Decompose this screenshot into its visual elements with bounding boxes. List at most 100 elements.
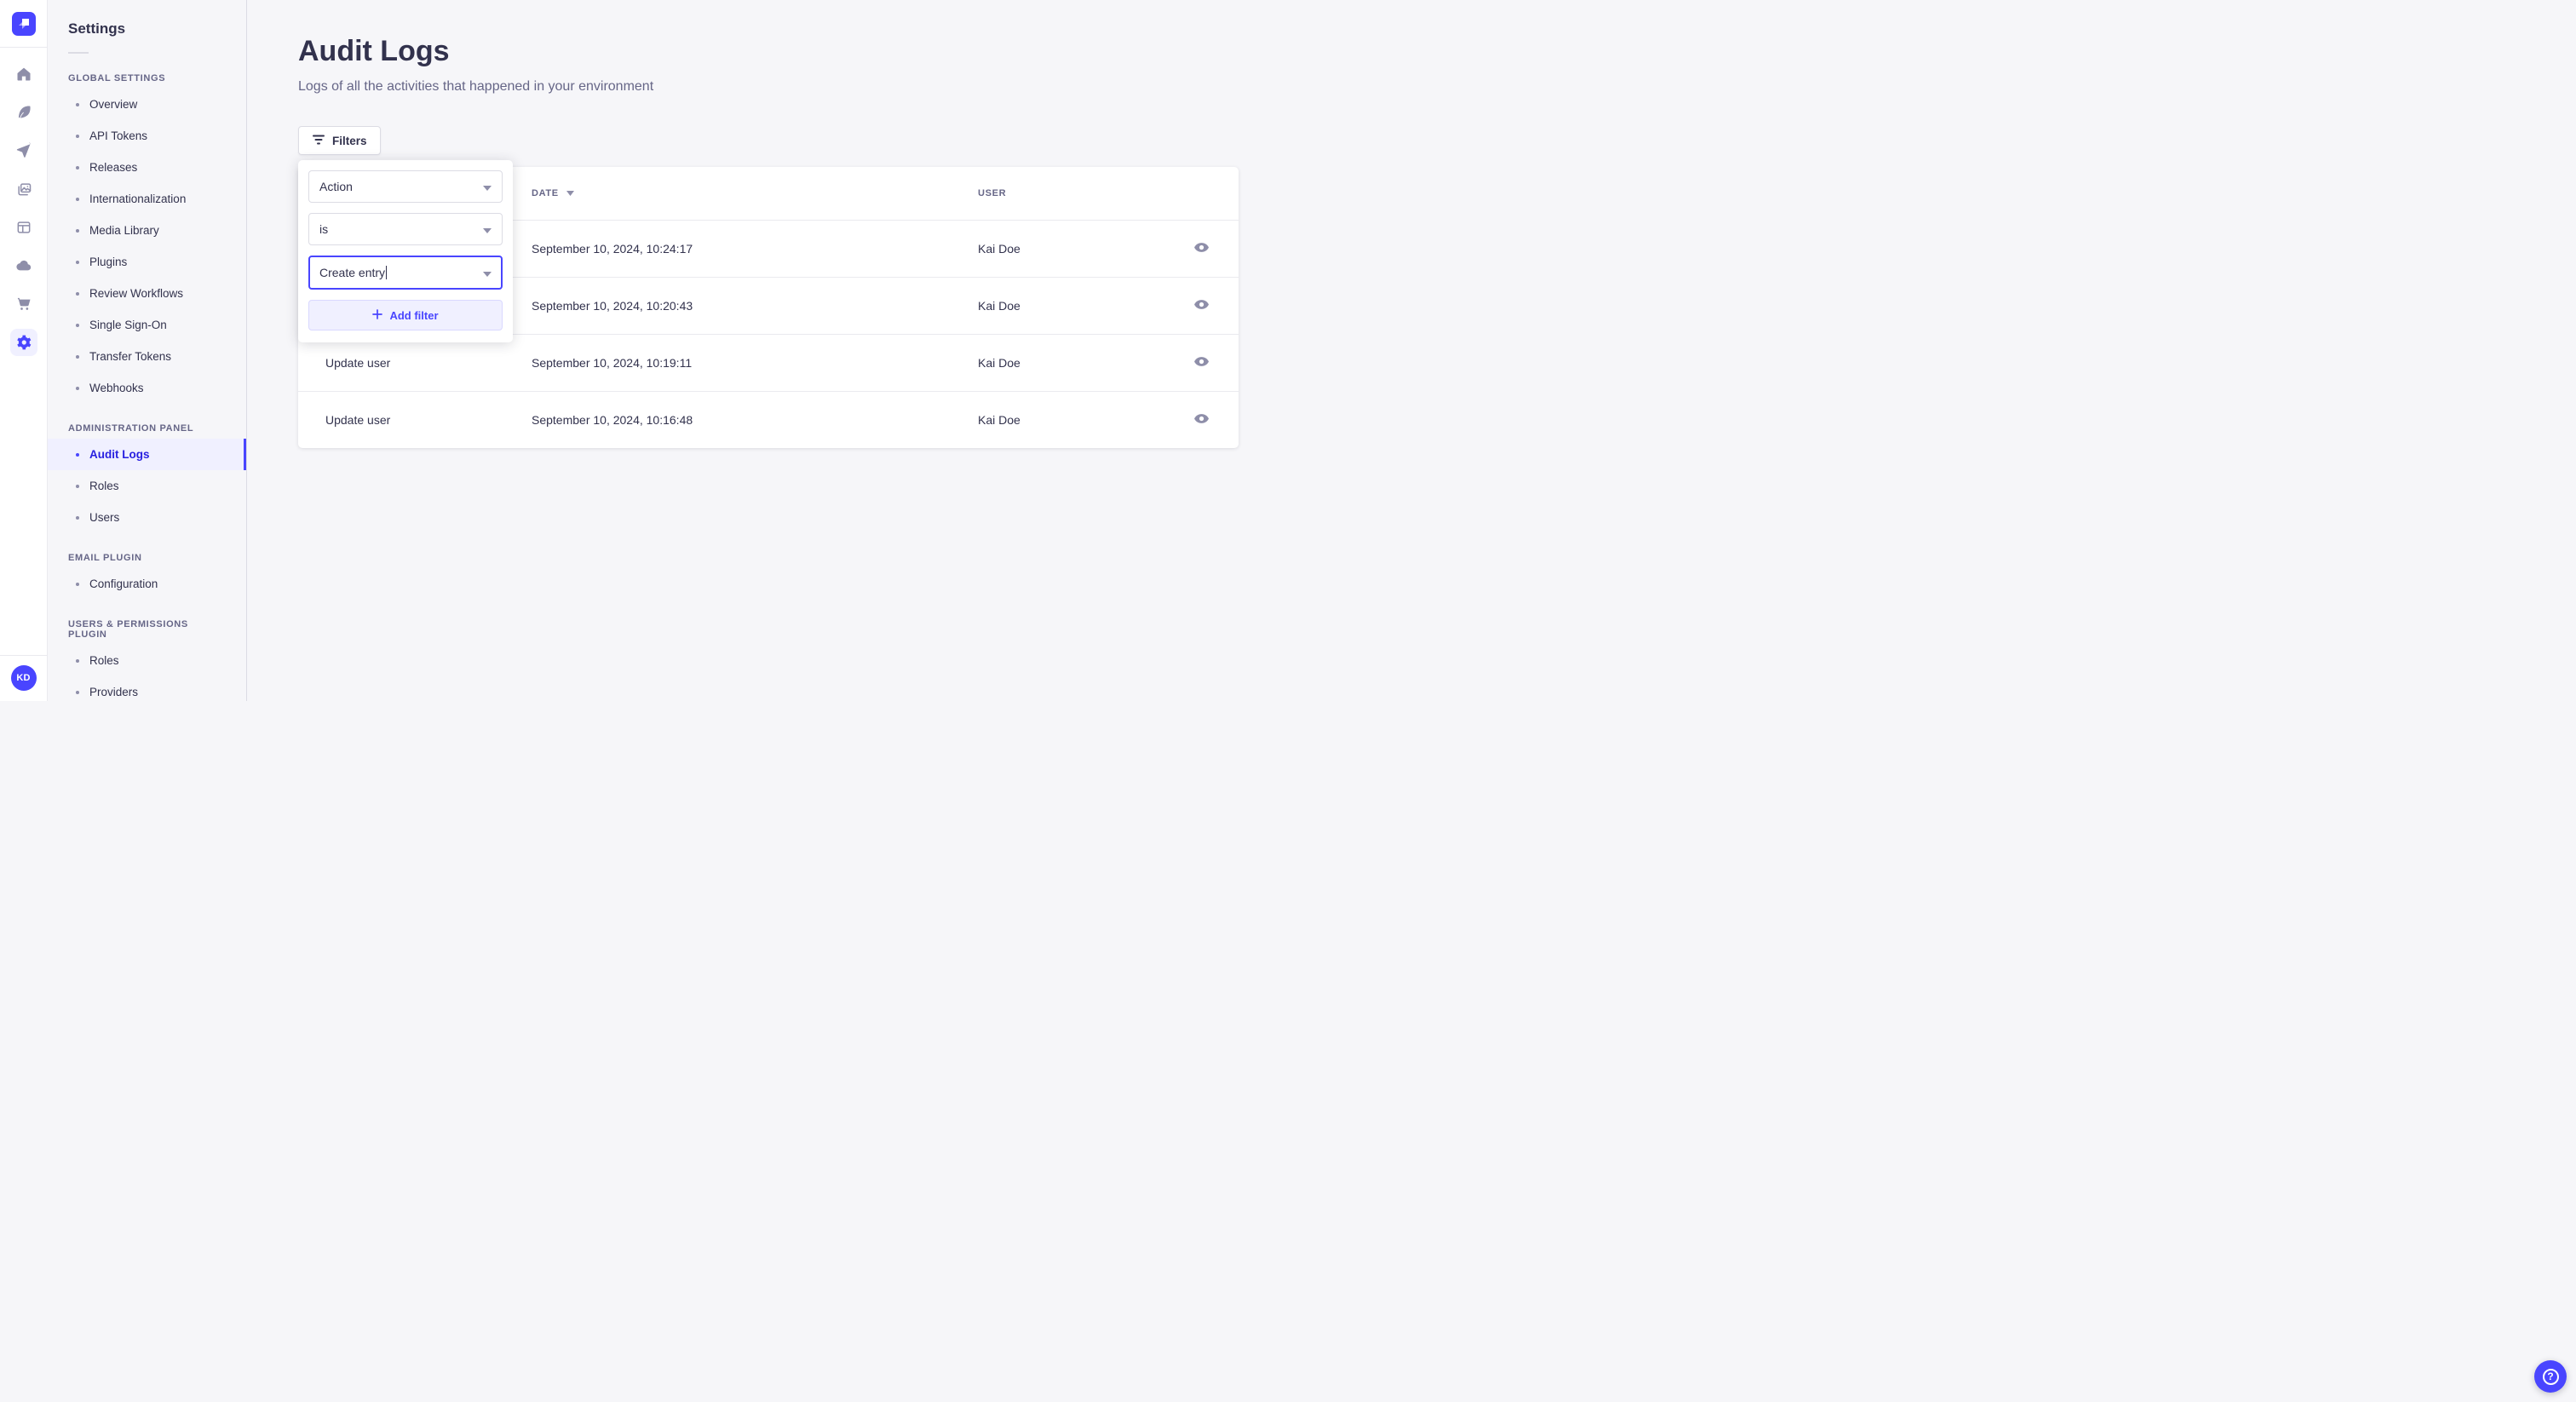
table-row[interactable]: Update user September 10, 2024, 10:19:11… (298, 334, 1239, 391)
filter-operator-value: is (319, 222, 329, 236)
sidebar-item-releases[interactable]: Releases (48, 152, 246, 183)
filter-value-label: Create entry (319, 266, 386, 279)
section-label: ADMINISTRATION PANEL (68, 423, 194, 434)
filter-value-text: Create entry (319, 266, 388, 279)
sidebar-item-audit-logs[interactable]: Audit Logs (48, 439, 246, 470)
sidebar-item-api-tokens[interactable]: API Tokens (48, 120, 246, 152)
nav-home[interactable] (10, 60, 37, 88)
page-subtitle: Logs of all the activities that happened… (298, 79, 654, 94)
eye-icon (1193, 411, 1210, 429)
sidebar-item-review-workflows[interactable]: Review Workflows (48, 278, 246, 309)
cell-date: September 10, 2024, 10:20:43 (532, 299, 693, 313)
bullet-icon (76, 197, 79, 201)
nav-cloud[interactable] (10, 252, 37, 279)
sidebar-item-single-sign-on[interactable]: Single Sign-On (48, 309, 246, 341)
bullet-icon (76, 354, 79, 359)
sidebar-section-administration-panel: ADMINISTRATION PANEL Audit Logs Roles Us… (48, 423, 246, 533)
cell-action: Update user (325, 413, 391, 427)
eye-icon (1193, 239, 1210, 258)
sort-descending-icon (566, 188, 574, 198)
sidebar-item-internationalization[interactable]: Internationalization (48, 183, 246, 215)
bullet-icon (76, 102, 79, 106)
nav-media-library[interactable] (10, 175, 37, 203)
bullet-icon (76, 582, 79, 586)
media-library-icon (15, 181, 32, 198)
sidebar-title: Settings (68, 20, 126, 37)
sidebar-item-label: Media Library (89, 224, 159, 237)
section-label: GLOBAL SETTINGS (68, 73, 166, 83)
chevron-down-icon (483, 266, 492, 279)
sidebar-item-label: Overview (89, 98, 138, 111)
user-avatar[interactable]: KD (10, 665, 37, 691)
sidebar-item-email-configuration[interactable]: Configuration (48, 568, 246, 600)
sidebar-item-label: Providers (89, 686, 139, 698)
column-header-user: USER (978, 188, 1164, 198)
cell-user: Kai Doe (978, 299, 1021, 313)
sidebar-item-label: Users (89, 511, 120, 524)
bullet-icon (76, 134, 79, 138)
add-filter-button[interactable]: Add filter (308, 300, 503, 330)
add-filter-label: Add filter (389, 308, 439, 322)
view-details-button[interactable] (1187, 235, 1215, 262)
page-title: Audit Logs (298, 35, 450, 67)
sidebar-item-label: Single Sign-On (89, 319, 167, 331)
strapi-logo[interactable] (11, 11, 36, 36)
sidebar-item-admin-users[interactable]: Users (48, 502, 246, 533)
cell-user: Kai Doe (978, 413, 1021, 427)
eye-icon (1193, 296, 1210, 315)
sidebar-item-overview[interactable]: Overview (48, 89, 246, 120)
bullet-icon (76, 323, 79, 327)
sidebar-section-users-permissions-plugin: USERS & PERMISSIONS PLUGIN Roles Provide… (48, 619, 246, 701)
app-window: KD Settings GLOBAL SETTINGS Overview API… (0, 0, 1288, 701)
filters-button[interactable]: Filters (298, 126, 381, 155)
filter-icon (312, 135, 325, 147)
rail-nav-items (9, 60, 37, 356)
filter-operator-select[interactable]: is (308, 213, 503, 245)
sidebar-item-label: Transfer Tokens (89, 350, 172, 363)
nav-releases[interactable] (10, 137, 37, 164)
nav-settings[interactable] (9, 329, 37, 356)
sidebar-item-label: Configuration (89, 577, 158, 590)
filter-field-select[interactable]: Action (308, 170, 503, 203)
nav-content-manager[interactable] (10, 99, 37, 126)
sidebar-item-up-providers[interactable]: Providers (48, 676, 246, 701)
text-caret (386, 266, 388, 279)
column-header-date-label: DATE (532, 188, 559, 198)
sidebar-item-plugins[interactable]: Plugins (48, 246, 246, 278)
sidebar-item-label: Roles (89, 480, 119, 492)
home-icon (15, 66, 32, 83)
feather-icon (15, 104, 32, 121)
workspace-header (0, 0, 47, 48)
table-row[interactable]: Update user September 10, 2024, 10:16:48… (298, 391, 1239, 448)
sidebar-item-media-library[interactable]: Media Library (48, 215, 246, 246)
sidebar-item-webhooks[interactable]: Webhooks (48, 372, 246, 404)
column-header-date[interactable]: DATE (532, 188, 978, 198)
view-details-button[interactable] (1187, 292, 1215, 319)
view-details-button[interactable] (1187, 349, 1215, 376)
bullet-icon (76, 452, 79, 457)
nav-marketplace[interactable] (10, 290, 37, 318)
settings-sidebar: Settings GLOBAL SETTINGS Overview API To… (48, 0, 247, 701)
eye-icon (1193, 353, 1210, 372)
sidebar-item-label: Audit Logs (89, 448, 150, 461)
bullet-icon (76, 165, 79, 170)
strapi-logo-icon (18, 18, 29, 29)
paper-plane-icon (15, 142, 32, 159)
bullet-icon (76, 484, 79, 488)
sidebar-section-global-settings: GLOBAL SETTINGS Overview API Tokens Rele… (48, 73, 246, 404)
rail-footer: KD (0, 655, 47, 701)
help-button[interactable]: ? (2534, 1360, 2567, 1393)
nav-content-type-builder[interactable] (10, 214, 37, 241)
sidebar-item-label: API Tokens (89, 129, 148, 142)
sidebar-item-transfer-tokens[interactable]: Transfer Tokens (48, 341, 246, 372)
cell-date: September 10, 2024, 10:19:11 (532, 356, 693, 370)
sidebar-item-label: Review Workflows (89, 287, 184, 300)
sidebar-item-up-roles[interactable]: Roles (48, 645, 246, 676)
sidebar-item-admin-roles[interactable]: Roles (48, 470, 246, 502)
bullet-icon (76, 658, 79, 663)
view-details-button[interactable] (1187, 406, 1215, 434)
filter-value-combobox[interactable]: Create entry (308, 256, 503, 290)
bullet-icon (76, 386, 79, 390)
chevron-down-icon (483, 222, 492, 236)
sidebar-title-divider (68, 52, 89, 54)
